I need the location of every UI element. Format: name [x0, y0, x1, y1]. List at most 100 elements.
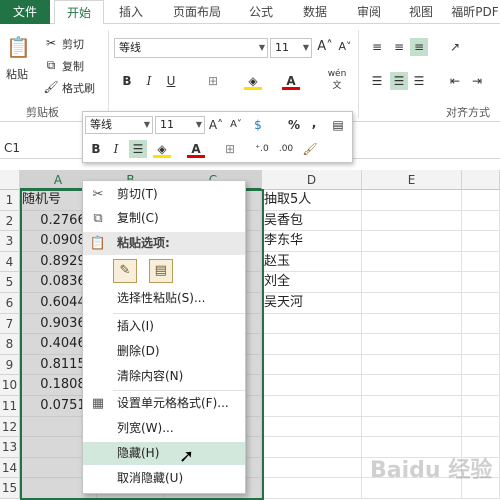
cell-e5[interactable]	[362, 272, 462, 293]
align-top-icon[interactable]: ≡	[368, 38, 386, 56]
cell-f3[interactable]	[462, 231, 500, 252]
cell-d11[interactable]	[262, 396, 362, 417]
copy-button[interactable]: 复制	[62, 58, 84, 74]
align-left-icon[interactable]: ☰	[368, 72, 386, 90]
cell-e11[interactable]	[362, 396, 462, 417]
tab-page-layout[interactable]: 页面布局	[162, 0, 232, 24]
cell-f2[interactable]	[462, 210, 500, 232]
cell-d14[interactable]	[262, 457, 362, 479]
mini-font-size-combo[interactable]: 11 ▼	[155, 116, 205, 134]
mini-bold-button[interactable]: B	[87, 140, 105, 158]
row-header[interactable]: 7	[0, 313, 20, 335]
tab-data[interactable]: 数据	[294, 0, 336, 24]
cell-d2[interactable]: 吴香包	[262, 210, 362, 232]
mini-format-painter-icon[interactable]: 🖌	[301, 140, 319, 158]
menu-item-cut[interactable]: ✂ 剪切(T)	[83, 183, 245, 206]
menu-item-unhide[interactable]: 取消隐藏(U)	[83, 467, 245, 490]
row-header[interactable]: 8	[0, 334, 20, 355]
tab-home[interactable]: 开始	[54, 0, 104, 25]
format-table-icon[interactable]: ▤	[329, 116, 347, 134]
font-name-combo[interactable]: 等线 ▼	[114, 38, 268, 58]
cell-d7[interactable]	[262, 313, 362, 335]
tab-formulas[interactable]: 公式	[240, 0, 282, 24]
align-right-icon[interactable]: ☰	[410, 72, 428, 90]
cell-f12[interactable]	[462, 416, 500, 438]
cell-d6[interactable]: 吴天河	[262, 293, 362, 314]
fill-color-icon[interactable]: ◈	[244, 72, 262, 90]
cell-e12[interactable]	[362, 416, 462, 438]
borders-icon[interactable]: ⊞	[204, 72, 222, 90]
paste-values-icon[interactable]: ▤	[148, 259, 173, 283]
cell-d13[interactable]	[262, 437, 362, 458]
tab-foxit-pdf[interactable]: 福昕PDF	[450, 0, 500, 24]
mini-fill-color-icon[interactable]: ◈	[153, 140, 171, 158]
font-color-icon[interactable]: A	[282, 72, 300, 90]
row-header[interactable]: 2	[0, 210, 20, 232]
cell-f5[interactable]	[462, 272, 500, 293]
menu-item-hide[interactable]: 隐藏(H)	[83, 442, 245, 465]
grow-font-icon[interactable]: A˄	[207, 116, 225, 134]
cell-f4[interactable]	[462, 251, 500, 273]
cell-f6[interactable]	[462, 293, 500, 314]
row-header[interactable]: 3	[0, 231, 20, 252]
row-header[interactable]: 9	[0, 354, 20, 376]
cell-d1[interactable]: 抽取5人	[262, 190, 362, 211]
cell-d4[interactable]: 赵玉	[262, 251, 362, 273]
menu-item-insert[interactable]: 插入(I)	[83, 315, 245, 338]
mini-font-name-combo[interactable]: 等线 ▼	[85, 116, 153, 134]
percent-style-button[interactable]: %	[285, 116, 303, 134]
row-header[interactable]: 12	[0, 416, 20, 438]
cell-d12[interactable]	[262, 416, 362, 438]
worksheet-grid[interactable]: A B C D E 1随机号抽取5人20.27666吴香包30.09084李东华…	[0, 170, 500, 500]
align-bottom-icon[interactable]: ≡	[410, 38, 428, 56]
cell-f10[interactable]	[462, 375, 500, 396]
column-header-d[interactable]: D	[262, 170, 362, 190]
mini-italic-button[interactable]: I	[107, 140, 125, 158]
paste-icon[interactable]: 📋	[6, 34, 31, 60]
cell-d3[interactable]: 李东华	[262, 231, 362, 252]
cell-e7[interactable]	[362, 313, 462, 335]
shrink-font-icon[interactable]: A˅	[336, 38, 354, 56]
menu-item-clear-contents[interactable]: 清除内容(N)	[83, 365, 245, 388]
mini-font-color-icon[interactable]: A	[187, 140, 205, 158]
cell-d10[interactable]	[262, 375, 362, 396]
cut-button[interactable]: 剪切	[62, 36, 84, 52]
cell-d5[interactable]: 刘全	[262, 272, 362, 293]
select-all-corner[interactable]	[0, 170, 20, 190]
cell-d15[interactable]	[262, 478, 362, 499]
cell-f9[interactable]	[462, 354, 500, 376]
tab-review[interactable]: 审阅	[348, 0, 390, 24]
cell-f11[interactable]	[462, 396, 500, 417]
row-header[interactable]: 13	[0, 437, 20, 458]
orientation-icon[interactable]: ↗	[446, 38, 464, 56]
row-header[interactable]: 11	[0, 396, 20, 417]
column-header-e[interactable]: E	[362, 170, 462, 190]
cell-e2[interactable]	[362, 210, 462, 232]
underline-button[interactable]: U	[162, 72, 180, 90]
row-header[interactable]: 4	[0, 251, 20, 273]
number-format-icon[interactable]: $	[249, 116, 267, 134]
shrink-font-icon[interactable]: A˅	[227, 116, 245, 134]
menu-item-delete[interactable]: 删除(D)	[83, 340, 245, 363]
cell-e6[interactable]	[362, 293, 462, 314]
menu-item-format-cells[interactable]: ▦ 设置单元格格式(F)...	[83, 392, 245, 415]
column-header-f[interactable]	[462, 170, 500, 190]
paste-keep-format-icon[interactable]: ✎	[113, 259, 137, 283]
mini-borders-icon[interactable]: ⊞	[221, 140, 239, 158]
decrease-indent-icon[interactable]: ⇤	[446, 72, 464, 90]
tab-insert[interactable]: 插入	[110, 0, 152, 24]
menu-item-paste-special[interactable]: 选择性粘贴(S)...	[83, 287, 245, 310]
comma-style-button[interactable]: ,	[305, 114, 323, 132]
cell-d8[interactable]	[262, 334, 362, 355]
cell-e4[interactable]	[362, 251, 462, 273]
decrease-decimal-icon[interactable]: .00	[277, 140, 295, 158]
cell-d9[interactable]	[262, 354, 362, 376]
row-header[interactable]: 5	[0, 272, 20, 293]
row-header[interactable]: 6	[0, 293, 20, 314]
cell-f1[interactable]	[462, 190, 500, 211]
name-box[interactable]: C1	[0, 137, 70, 159]
cell-e1[interactable]	[362, 190, 462, 211]
mini-align-center-icon[interactable]: ☰	[129, 140, 147, 158]
row-header[interactable]: 10	[0, 375, 20, 396]
menu-item-copy[interactable]: ⧉ 复制(C)	[83, 207, 245, 230]
